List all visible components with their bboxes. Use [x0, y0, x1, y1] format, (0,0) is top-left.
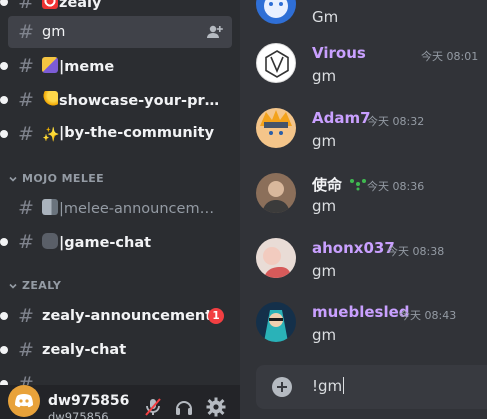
message-author[interactable]: 使命 [312, 174, 369, 195]
hashtag-icon: # [18, 123, 34, 145]
hashtag-icon: # [18, 0, 34, 13]
headphones-icon[interactable] [173, 396, 195, 418]
avatar[interactable] [256, 173, 296, 213]
channel-sidebar: # zealy # gm # |meme # showcase-your-pro… [0, 0, 240, 419]
message-input[interactable]: !gm [312, 377, 345, 395]
unread-indicator [0, 96, 8, 104]
avatar-art-icon [264, 0, 288, 18]
channel-gm[interactable]: # gm [8, 16, 232, 48]
cyber-avatar-icon [264, 310, 288, 342]
message: ahonx037 今天 08:38 gm [240, 238, 487, 298]
unread-indicator [0, 62, 8, 70]
target-icon [42, 0, 58, 9]
channel-label: |meme [59, 59, 115, 75]
hashtag-icon: # [18, 305, 34, 327]
message: Virous 今天 08:01 gm [240, 43, 487, 103]
channel-showcase-your-project[interactable]: # showcase-your-project [0, 84, 232, 116]
photo-avatar-icon [262, 181, 290, 213]
channel-label: |melee-announceme... [59, 201, 220, 217]
channel-zealy-announcement[interactable]: # zealy-announcement 1 [0, 300, 232, 332]
message-author[interactable]: ahonx037 [312, 239, 395, 257]
category-label: ZEALY [22, 279, 62, 292]
hashtag-icon: # [18, 197, 34, 219]
message-composer: !gm [256, 365, 487, 409]
channel-zealy-chat[interactable]: # zealy-chat [0, 334, 232, 366]
unread-indicator [0, 238, 8, 246]
chevron-down-icon [9, 176, 17, 182]
message: 使命 今天 08:36 gm [240, 173, 487, 233]
channel-game-chat[interactable]: # |game-chat [0, 226, 232, 258]
author-name: 使命 [312, 176, 343, 194]
unread-indicator [0, 312, 8, 320]
hashtag-icon: # [18, 231, 34, 253]
message: mueblesled 今天 08:43 gm [240, 302, 487, 362]
video-game-icon [42, 233, 58, 249]
channel-label: zealy [59, 0, 102, 11]
category-label: MOJO MELEE [22, 172, 105, 185]
channel-label: zealy-announcement [42, 308, 213, 324]
unread-indicator [0, 130, 8, 138]
anime-avatar-icon [260, 110, 292, 135]
performing-arts-icon [42, 57, 58, 73]
channel-label: zealy-chat [42, 342, 127, 358]
dizzy-star-icon [42, 91, 58, 107]
loudspeaker-icon [42, 199, 58, 215]
message-timestamp: 今天 08:38 [387, 245, 445, 258]
avatar[interactable] [8, 385, 40, 417]
mute-microphone-icon[interactable] [142, 396, 164, 418]
unread-indicator [0, 0, 8, 6]
category-zealy[interactable]: ZEALY [8, 279, 61, 292]
message: Adam7 今天 08:32 gm [240, 108, 487, 168]
chat-area: Gm Virous 今天 08:01 gm Adam7 今天 08:32 gm [240, 0, 487, 419]
message-timestamp: 今天 08:01 [421, 50, 479, 63]
avatar[interactable] [256, 108, 296, 148]
attach-plus-icon[interactable] [272, 377, 292, 397]
channel-label: |game-chat [59, 235, 152, 251]
add-member-icon[interactable] [206, 23, 224, 41]
sprout-icon [350, 179, 367, 191]
unread-indicator [0, 346, 8, 354]
hashtag-icon: # [18, 89, 34, 111]
chevron-down-icon [9, 283, 17, 289]
message-content: Gm [312, 8, 339, 26]
message-timestamp: 今天 08:32 [367, 115, 425, 128]
message-content: gm [312, 197, 337, 215]
category-mojo-melee[interactable]: MOJO MELEE [8, 172, 104, 185]
message-content: gm [312, 262, 337, 280]
hashtag-icon: # [18, 55, 34, 77]
avatar[interactable] [256, 238, 296, 278]
hashtag-icon: # [18, 21, 34, 43]
message-timestamp: 今天 08:36 [367, 180, 425, 193]
channel-meme[interactable]: # |meme [0, 50, 232, 82]
message-timestamp: 今天 08:43 [399, 309, 457, 322]
avatar[interactable] [256, 43, 296, 83]
avatar[interactable] [256, 302, 296, 342]
message-author[interactable]: Adam7 [312, 109, 371, 127]
hexagon-logo-icon [265, 50, 289, 78]
channel-label: showcase-your-project [59, 93, 220, 109]
photo-avatar-icon [263, 247, 292, 278]
hashtag-icon: # [18, 339, 34, 361]
avatar[interactable] [256, 0, 296, 24]
message-input-text: !gm [312, 377, 343, 395]
user-tag: dw975856 [48, 410, 109, 419]
mention-badge: 1 [208, 308, 224, 324]
channel-label: gm [42, 24, 66, 40]
channel-melee-announcement[interactable]: # |melee-announceme... [8, 192, 232, 224]
text-caret [343, 377, 345, 394]
message-author[interactable]: mueblesled [312, 303, 410, 321]
user-panel: dw975856 dw975856 [0, 385, 240, 419]
discord-logo-icon [15, 394, 33, 408]
settings-gear-icon[interactable] [205, 396, 227, 418]
message-content: gm [312, 132, 337, 150]
message-content: gm [312, 326, 337, 344]
message-author[interactable]: Virous [312, 44, 366, 62]
message-content: gm [312, 67, 337, 85]
channel-label: |by-the-community [59, 125, 215, 141]
message: Gm [240, 0, 487, 44]
sparkles-icon: ✨ [42, 127, 60, 143]
username: dw975856 [48, 393, 130, 409]
channel-by-the-community[interactable]: # ✨|by-the-community [0, 118, 232, 150]
